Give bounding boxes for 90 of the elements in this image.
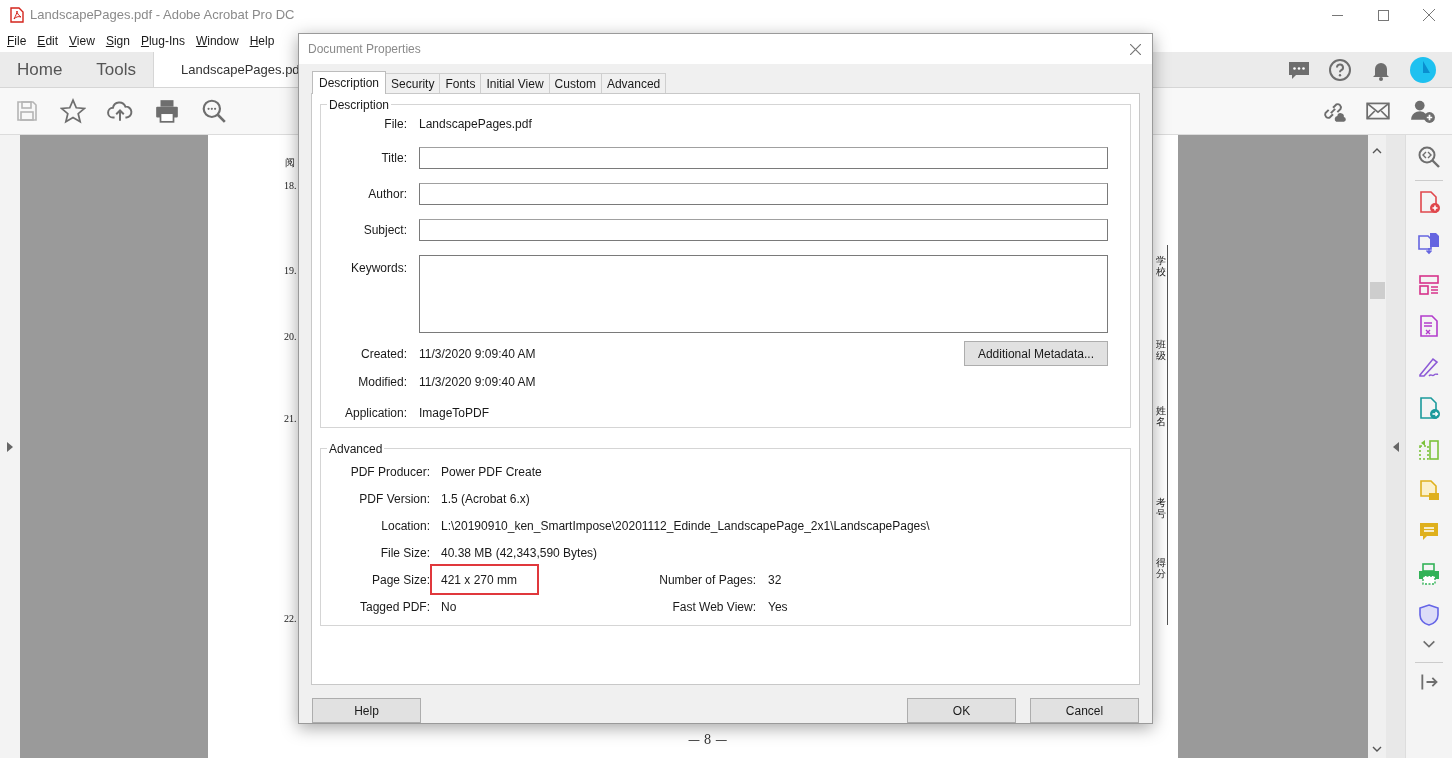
pdf-file-icon [10, 7, 24, 23]
form-label: 班级 [1156, 339, 1166, 361]
maximize-icon[interactable] [1377, 9, 1389, 21]
form-label: 学校 [1156, 255, 1166, 277]
pen-icon[interactable] [1417, 355, 1441, 380]
search-icon[interactable] [201, 98, 227, 124]
pdf-plus-icon[interactable] [1417, 190, 1441, 214]
dialog-tab[interactable]: Custom [549, 73, 602, 93]
field-value: Yes [768, 598, 788, 616]
ok-button[interactable]: OK [907, 698, 1016, 723]
field-label: PDF Producer: [349, 463, 430, 481]
cloud-upload-icon[interactable] [107, 98, 133, 124]
exit-icon[interactable] [1419, 672, 1439, 693]
star-icon[interactable] [60, 98, 86, 124]
dialog-tab[interactable]: Fonts [440, 73, 482, 93]
nav-tab[interactable]: Home [0, 52, 80, 87]
input-field[interactable] [419, 183, 1108, 205]
document-icon[interactable] [1417, 313, 1441, 338]
printer-icon[interactable] [1417, 561, 1441, 586]
document-text: 阅 [285, 156, 295, 170]
question-number: 22. [284, 612, 297, 626]
field-label: Subject: [362, 222, 407, 239]
field-value: LandscapePages.pdf [419, 116, 533, 133]
printer-icon[interactable] [154, 98, 180, 124]
menu-item[interactable]: Help [249, 32, 275, 50]
field-label: Tagged PDF: [358, 598, 430, 616]
menu-item[interactable]: View [69, 32, 95, 50]
question-number: 21. [284, 412, 297, 426]
window-title: LandscapePages.pdf - Adobe Acrobat Pro DC [30, 6, 295, 25]
question-number: 18. [284, 179, 297, 193]
field-value: 421 x 270 mm [430, 564, 539, 596]
field-value: 11/3/2020 9:09:40 AM [419, 345, 536, 363]
field-label: Number of Pages: [658, 571, 756, 589]
menu-item[interactable]: Plug-Ins [140, 32, 185, 50]
expand-arrow-icon[interactable] [7, 441, 13, 452]
field-label: Page Size: [370, 571, 430, 589]
field-label: Modified: [357, 374, 407, 391]
field-label: File Size: [379, 544, 430, 562]
question-number: 19. [284, 264, 297, 278]
field-value: 40.38 MB (42,343,590 Bytes) [441, 544, 598, 562]
field-label: Keywords: [349, 260, 407, 277]
field-label: Location: [380, 517, 430, 535]
dialog-tab[interactable]: Advanced [601, 73, 667, 93]
metadata-button[interactable]: Additional Metadata... [963, 341, 1108, 366]
layout-icon[interactable] [1417, 272, 1441, 297]
files-arrow-icon[interactable] [1417, 231, 1441, 256]
field-value: L:\20190910_ken_SmartImpose\20201112_Edinde_LandscapePage_2x1\LandscapePages\ [441, 517, 930, 535]
field-value: 1.5 (Acrobat 6.x) [441, 490, 530, 508]
help-icon[interactable] [1328, 57, 1352, 82]
file-arrow-icon[interactable] [1417, 396, 1441, 421]
scroll-down-icon[interactable] [1372, 746, 1382, 753]
help-button[interactable]: Help [312, 698, 421, 723]
close-icon[interactable] [1129, 43, 1141, 55]
scroll-up-icon[interactable] [1372, 147, 1382, 154]
field-label: PDF Version: [358, 490, 430, 508]
cancel-button[interactable]: Cancel [1030, 698, 1139, 723]
menu-item[interactable]: Window [195, 32, 239, 50]
input-field[interactable] [419, 219, 1108, 241]
form-label: 姓名 [1156, 405, 1166, 427]
dialog-tab[interactable]: Description [312, 71, 387, 94]
input-field[interactable] [419, 255, 1108, 333]
close-icon[interactable] [1423, 9, 1435, 21]
field-label: Application: [343, 405, 407, 422]
field-value: No [441, 598, 457, 616]
form-label: 考号 [1156, 497, 1166, 519]
field-value: ImageToPDF [419, 405, 490, 422]
shield-icon[interactable] [1417, 602, 1441, 627]
dialog-tab[interactable]: Initial View [481, 73, 550, 93]
add-user-icon[interactable] [1410, 98, 1436, 124]
field-label: Title: [380, 150, 407, 167]
zoom-icon[interactable] [1417, 145, 1441, 169]
page-number: — 8 — [688, 732, 728, 749]
field-label: Fast Web View: [671, 598, 756, 616]
field-value: 32 [768, 571, 782, 589]
menu-item[interactable]: Sign [105, 32, 130, 50]
dialog-tab[interactable]: Security [386, 73, 441, 93]
avatar-icon[interactable] [1410, 56, 1436, 83]
input-field[interactable] [419, 147, 1108, 169]
menu-item[interactable]: Edit [37, 32, 59, 50]
form-label: 得分 [1156, 557, 1166, 579]
field-label: Author: [367, 186, 407, 203]
nav-tab[interactable]: Tools [79, 52, 154, 87]
field-value: Power PDF Create [441, 463, 542, 481]
collapse-arrow-icon[interactable] [1392, 441, 1399, 452]
field-label: File: [383, 116, 407, 133]
question-number: 20. [284, 330, 297, 344]
menu-item[interactable]: File [7, 32, 27, 50]
scrollbar-thumb[interactable] [1369, 282, 1385, 299]
field-value: 11/3/2020 9:09:40 AM [419, 374, 536, 391]
field-label: Created: [359, 345, 407, 363]
